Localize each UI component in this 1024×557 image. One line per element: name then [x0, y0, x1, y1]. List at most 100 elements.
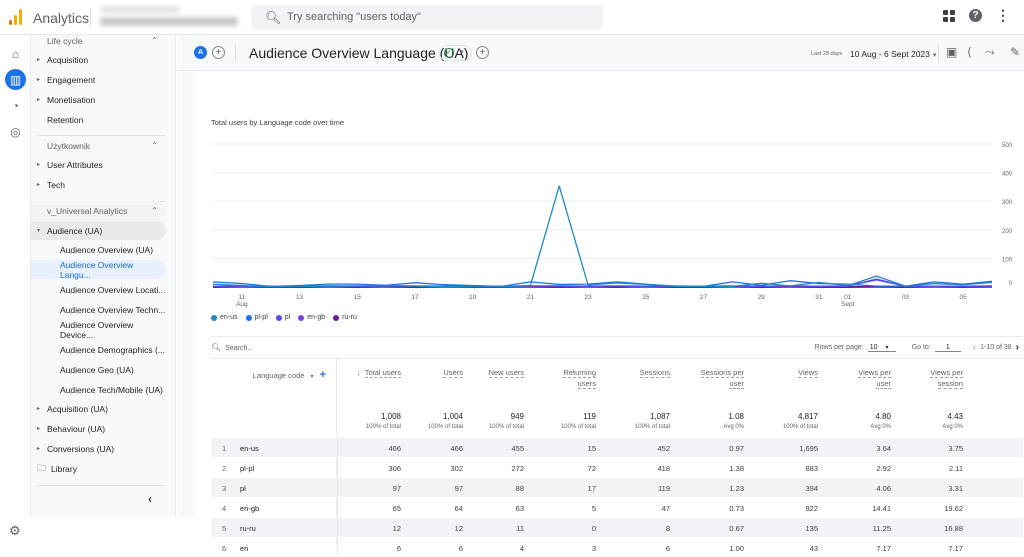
share-icon[interactable]: ⟨: [967, 45, 972, 59]
sidebar-item-retention[interactable]: Retention: [31, 110, 166, 129]
row-dimension[interactable]: en-us: [240, 444, 259, 453]
table-row[interactable]: 5ru-ru121211080.6713511.2516.88: [211, 517, 1023, 537]
column-header[interactable]: Views peruser: [858, 367, 891, 389]
add-comparison-icon[interactable]: +: [212, 46, 225, 59]
advertising-icon[interactable]: ◎: [5, 121, 26, 142]
chart-legend: en-us pl-pl pl en-gb ru-ru: [211, 314, 357, 321]
date-preset-label[interactable]: Last 28 days: [811, 51, 842, 57]
sidebar-item-user-attributes[interactable]: ▸User Attributes: [31, 155, 166, 174]
search-bar[interactable]: 🔍︎ Try searching "users today": [251, 5, 603, 30]
more-vert-icon[interactable]: ⋮: [996, 9, 1010, 22]
cell: 19.62: [944, 504, 963, 513]
column-total: 119100% of total: [561, 412, 596, 430]
table-row[interactable]: 1en-us466466455154520.971,6953.643.75: [211, 437, 1023, 457]
report-status-dropdown[interactable]: ✓ ▾: [439, 45, 472, 61]
sidebar-item-audience-sub[interactable]: Audience Overview Langu...: [31, 260, 166, 279]
chevron-up-icon[interactable]: ⌃: [151, 206, 158, 215]
help-icon[interactable]: ?: [969, 9, 982, 22]
goto-page-input[interactable]: 1: [935, 344, 961, 352]
table-row[interactable]: 2pl-pl306302272724181.388832.922.11: [211, 457, 1023, 477]
cell: 0: [592, 524, 596, 533]
sidebar-item-audience-sub[interactable]: Audience Tech/Mobile (UA): [31, 380, 166, 399]
column-header[interactable]: ↓Total users: [357, 367, 401, 378]
sidebar-item-audience-sub[interactable]: Audience Overview (UA): [31, 240, 166, 259]
sidebar-item-audience-sub[interactable]: Audience Overview Device...: [31, 320, 166, 339]
settings-gear-icon[interactable]: ⚙: [9, 523, 21, 539]
column-total: 1.08Avg 0%: [723, 412, 744, 430]
x-tick-label: 27: [700, 294, 708, 301]
cell: 466: [388, 444, 401, 453]
chevron-up-icon[interactable]: ⌃: [151, 36, 158, 45]
customize-report-icon[interactable]: ▣: [946, 45, 957, 59]
column-header[interactable]: New users: [489, 367, 524, 378]
section-user[interactable]: Użytkownik ⌃: [31, 136, 166, 155]
column-header[interactable]: Views persession: [930, 367, 963, 389]
column-header[interactable]: Returningusers: [563, 367, 596, 389]
sidebar-item-ua[interactable]: ▸Acquisition (UA): [31, 399, 166, 418]
reports-icon[interactable]: ▥: [5, 69, 26, 90]
legend-item-ru-ru[interactable]: ru-ru: [333, 314, 357, 321]
next-page-icon[interactable]: ›: [1016, 342, 1019, 353]
sidebar-item-audience-sub[interactable]: Audience Overview Techn...: [31, 300, 166, 319]
row-dimension[interactable]: pl-pl: [240, 464, 254, 473]
cell: 47: [662, 504, 670, 513]
column-header[interactable]: Sessions peruser: [701, 367, 744, 389]
legend-item-en-gb[interactable]: en-gb: [298, 314, 325, 321]
column-header[interactable]: Users: [443, 367, 463, 378]
sidebar-label: Acquisition (UA): [47, 404, 108, 414]
column-header[interactable]: Views: [798, 367, 818, 378]
table-row[interactable]: 4en-gb6564635470.7392214.4119.62: [211, 497, 1023, 517]
sidebar-item-audience-ua[interactable]: ▾Audience (UA): [31, 221, 166, 240]
folder-icon: 🗀︎: [37, 461, 51, 477]
legend-item-pl[interactable]: pl: [276, 314, 290, 321]
dimension-header[interactable]: Language code ▾+: [253, 369, 326, 381]
rows-per-page-select[interactable]: 10 ▾: [868, 344, 896, 352]
legend-dot: [246, 315, 252, 321]
line-chart[interactable]: 010020030040050011Aug1315171921232527293…: [195, 71, 1024, 311]
legend-item-pl-pl[interactable]: pl-pl: [246, 314, 268, 321]
x-tick-sublabel: Aug: [236, 301, 248, 308]
x-tick-label: 29: [758, 294, 766, 301]
apps-grid-icon[interactable]: [943, 10, 955, 22]
cell: 272: [511, 464, 524, 473]
sidebar-item-audience-sub[interactable]: Audience Demographics (...: [31, 340, 166, 359]
add-dimension-icon[interactable]: +: [320, 369, 326, 381]
sidebar-label: Użytkownik: [47, 141, 90, 151]
analytics-logo-icon[interactable]: [9, 9, 23, 25]
comparison-avatar[interactable]: A: [194, 46, 207, 59]
sidebar-item-library[interactable]: 🗀︎Library: [31, 459, 166, 478]
row-dimension[interactable]: en: [240, 544, 248, 553]
sidebar-item-monetisation[interactable]: ▸Monetisation: [31, 90, 166, 109]
sidebar-item-audience-sub[interactable]: Audience Overview Locati...: [31, 280, 166, 299]
date-range-picker[interactable]: 10 Aug - 6 Sept 2023▾: [850, 49, 936, 59]
row-dimension[interactable]: ru-ru: [240, 524, 256, 533]
sidebar-item-engagement[interactable]: ▸Engagement: [31, 70, 166, 89]
legend-item-en-us[interactable]: en-us: [211, 314, 238, 321]
insights-icon[interactable]: ⤳: [985, 45, 995, 60]
explore-icon[interactable]: ◔: [5, 95, 26, 116]
sidebar-item-ua[interactable]: ▸Behaviour (UA): [31, 419, 166, 438]
table-row[interactable]: 3pl979788171191.233944.063.31: [211, 477, 1023, 497]
table-row[interactable]: 6en664361.00437.177.17: [211, 537, 1023, 557]
home-icon[interactable]: ⌂: [5, 43, 26, 64]
cell: 88: [516, 484, 524, 493]
section-lifecycle[interactable]: Life cycle⌃: [31, 35, 166, 50]
app-name[interactable]: Analytics: [33, 10, 89, 26]
edit-pencil-icon[interactable]: ✎: [1010, 45, 1020, 59]
table-search-input[interactable]: 🔍︎Search...: [211, 343, 253, 352]
caret-right-icon: ▸: [37, 425, 47, 432]
collapse-sidebar-icon[interactable]: ‹: [148, 492, 152, 506]
sidebar-item-ua[interactable]: ▸Conversions (UA): [31, 439, 166, 458]
prev-page-icon[interactable]: ‹: [973, 342, 976, 353]
row-dimension[interactable]: en-gb: [240, 504, 259, 513]
sidebar-item-acquisition[interactable]: ▸Acquisition: [31, 50, 166, 69]
x-tick-label: 21: [527, 294, 535, 301]
column-header[interactable]: Sessions: [640, 367, 670, 378]
section-universal-analytics[interactable]: v_Universal Analytics⌃: [31, 201, 166, 220]
chevron-up-icon[interactable]: ⌃: [151, 141, 158, 150]
add-filter-icon[interactable]: +: [476, 46, 489, 59]
account-selector[interactable]: [100, 6, 240, 28]
row-dimension[interactable]: pl: [240, 484, 246, 493]
sidebar-item-tech[interactable]: ▸Tech: [31, 175, 166, 194]
sidebar-item-audience-sub[interactable]: Audience Geo (UA): [31, 360, 166, 379]
